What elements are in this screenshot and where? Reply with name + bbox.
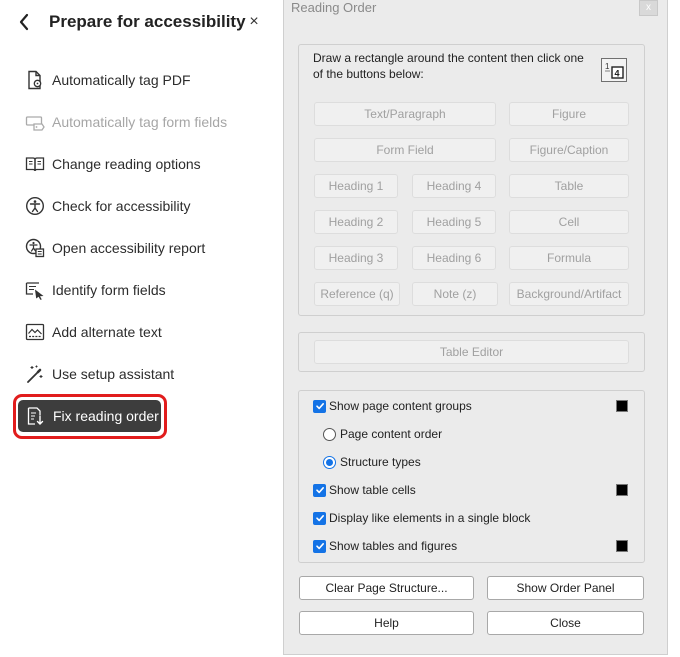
- tag-form-fields-icon: [23, 110, 47, 134]
- show-page-content-groups-option[interactable]: Show page content groups: [313, 397, 472, 415]
- heading-2-button[interactable]: Heading 2: [314, 210, 398, 234]
- radio-selected-icon[interactable]: [323, 455, 336, 469]
- heading-1-button[interactable]: Heading 1: [314, 174, 398, 198]
- table-cells-color-swatch[interactable]: [616, 484, 628, 496]
- heading-5-button[interactable]: Heading 5: [412, 210, 496, 234]
- identify-form-fields-icon: [23, 278, 47, 302]
- tool-label: Check for accessibility: [52, 198, 191, 214]
- radio-unselected-icon[interactable]: [323, 427, 336, 441]
- checkbox-checked-icon[interactable]: [313, 539, 326, 553]
- tool-automatically-tag-form-fields[interactable]: Automatically tag form fields: [17, 105, 262, 139]
- option-label: Page content order: [340, 427, 443, 441]
- alternate-text-icon: [23, 320, 47, 344]
- show-order-panel-button[interactable]: Show Order Panel: [487, 576, 644, 600]
- tool-label: Open accessibility report: [52, 240, 206, 256]
- tool-identify-form-fields[interactable]: Identify form fields: [17, 273, 262, 307]
- tool-use-setup-assistant[interactable]: Use setup assistant: [17, 357, 262, 391]
- tag-pdf-icon: [23, 68, 47, 92]
- tool-label: Automatically tag form fields: [52, 114, 228, 130]
- accessibility-check-icon: [23, 194, 47, 218]
- panel-header: Prepare for accessibility ×: [0, 0, 272, 44]
- tool-open-accessibility-report[interactable]: Open accessibility report: [17, 231, 262, 265]
- reading-order-icon: 14: [605, 62, 624, 79]
- option-label: Show page content groups: [329, 399, 472, 413]
- table-button[interactable]: Table: [509, 174, 629, 198]
- checkbox-checked-icon[interactable]: [313, 511, 326, 525]
- dialog-close-button[interactable]: x: [639, 0, 658, 16]
- close-button[interactable]: Close: [487, 611, 644, 635]
- display-like-elements-option[interactable]: Display like elements in a single block: [313, 509, 530, 527]
- tool-check-for-accessibility[interactable]: Check for accessibility: [17, 189, 262, 223]
- tool-label: Fix reading order: [53, 408, 159, 424]
- figure-button[interactable]: Figure: [509, 102, 629, 126]
- reference-button[interactable]: Reference (q): [314, 282, 400, 306]
- dialog-title: Reading Order: [291, 0, 377, 15]
- tool-fix-reading-order[interactable]: Fix reading order: [18, 400, 161, 432]
- prepare-accessibility-panel: Prepare for accessibility × Automaticall…: [0, 0, 272, 657]
- tool-label: Identify form fields: [52, 282, 166, 298]
- option-label: Display like elements in a single block: [329, 511, 531, 525]
- option-label: Structure types: [340, 455, 421, 469]
- tool-change-reading-options[interactable]: Change reading options: [17, 147, 262, 181]
- text-paragraph-button[interactable]: Text/Paragraph: [314, 102, 496, 126]
- tables-figures-color-swatch[interactable]: [616, 540, 628, 552]
- structure-types-option[interactable]: Structure types: [323, 453, 421, 471]
- heading-3-button[interactable]: Heading 3: [314, 246, 398, 270]
- reading-options-icon: [23, 152, 47, 176]
- show-tables-and-figures-option[interactable]: Show tables and figures: [313, 537, 457, 555]
- tool-label: Automatically tag PDF: [52, 72, 191, 88]
- formula-button[interactable]: Formula: [509, 246, 629, 270]
- tool-label: Change reading options: [52, 156, 201, 172]
- show-order-icon[interactable]: 14: [601, 58, 627, 82]
- checkbox-checked-icon[interactable]: [313, 483, 326, 497]
- tool-label: Use setup assistant: [52, 366, 175, 382]
- heading-4-button[interactable]: Heading 4: [412, 174, 496, 198]
- figure-caption-button[interactable]: Figure/Caption: [509, 138, 629, 162]
- table-editor-button[interactable]: Table Editor: [314, 340, 629, 364]
- content-groups-color-swatch[interactable]: [616, 400, 628, 412]
- option-label: Show table cells: [329, 483, 416, 497]
- svg-text:1: 1: [605, 62, 610, 71]
- background-artifact-button[interactable]: Background/Artifact: [509, 282, 629, 306]
- checkbox-checked-icon[interactable]: [313, 399, 326, 413]
- help-button[interactable]: Help: [299, 611, 474, 635]
- note-button[interactable]: Note (z): [412, 282, 498, 306]
- tool-automatically-tag-pdf[interactable]: Automatically tag PDF: [17, 63, 262, 97]
- fix-reading-order-icon: [24, 404, 48, 428]
- tool-label: Add alternate text: [52, 324, 162, 340]
- heading-6-button[interactable]: Heading 6: [412, 246, 496, 270]
- svg-text:4: 4: [615, 69, 620, 79]
- page-content-order-option[interactable]: Page content order: [323, 425, 442, 443]
- back-button[interactable]: [14, 10, 34, 34]
- instructions-text: Draw a rectangle around the content then…: [313, 51, 584, 81]
- panel-title: Prepare for accessibility: [49, 12, 246, 31]
- close-panel-button[interactable]: ×: [245, 12, 263, 32]
- chevron-left-icon: [19, 13, 29, 31]
- accessibility-report-icon: [23, 236, 47, 260]
- cell-button[interactable]: Cell: [509, 210, 629, 234]
- clear-page-structure-button[interactable]: Clear Page Structure...: [299, 576, 474, 600]
- setup-assistant-icon: [23, 362, 47, 386]
- form-field-button[interactable]: Form Field: [314, 138, 496, 162]
- option-label: Show tables and figures: [329, 539, 458, 553]
- tool-add-alternate-text[interactable]: Add alternate text: [17, 315, 262, 349]
- show-table-cells-option[interactable]: Show table cells: [313, 481, 416, 499]
